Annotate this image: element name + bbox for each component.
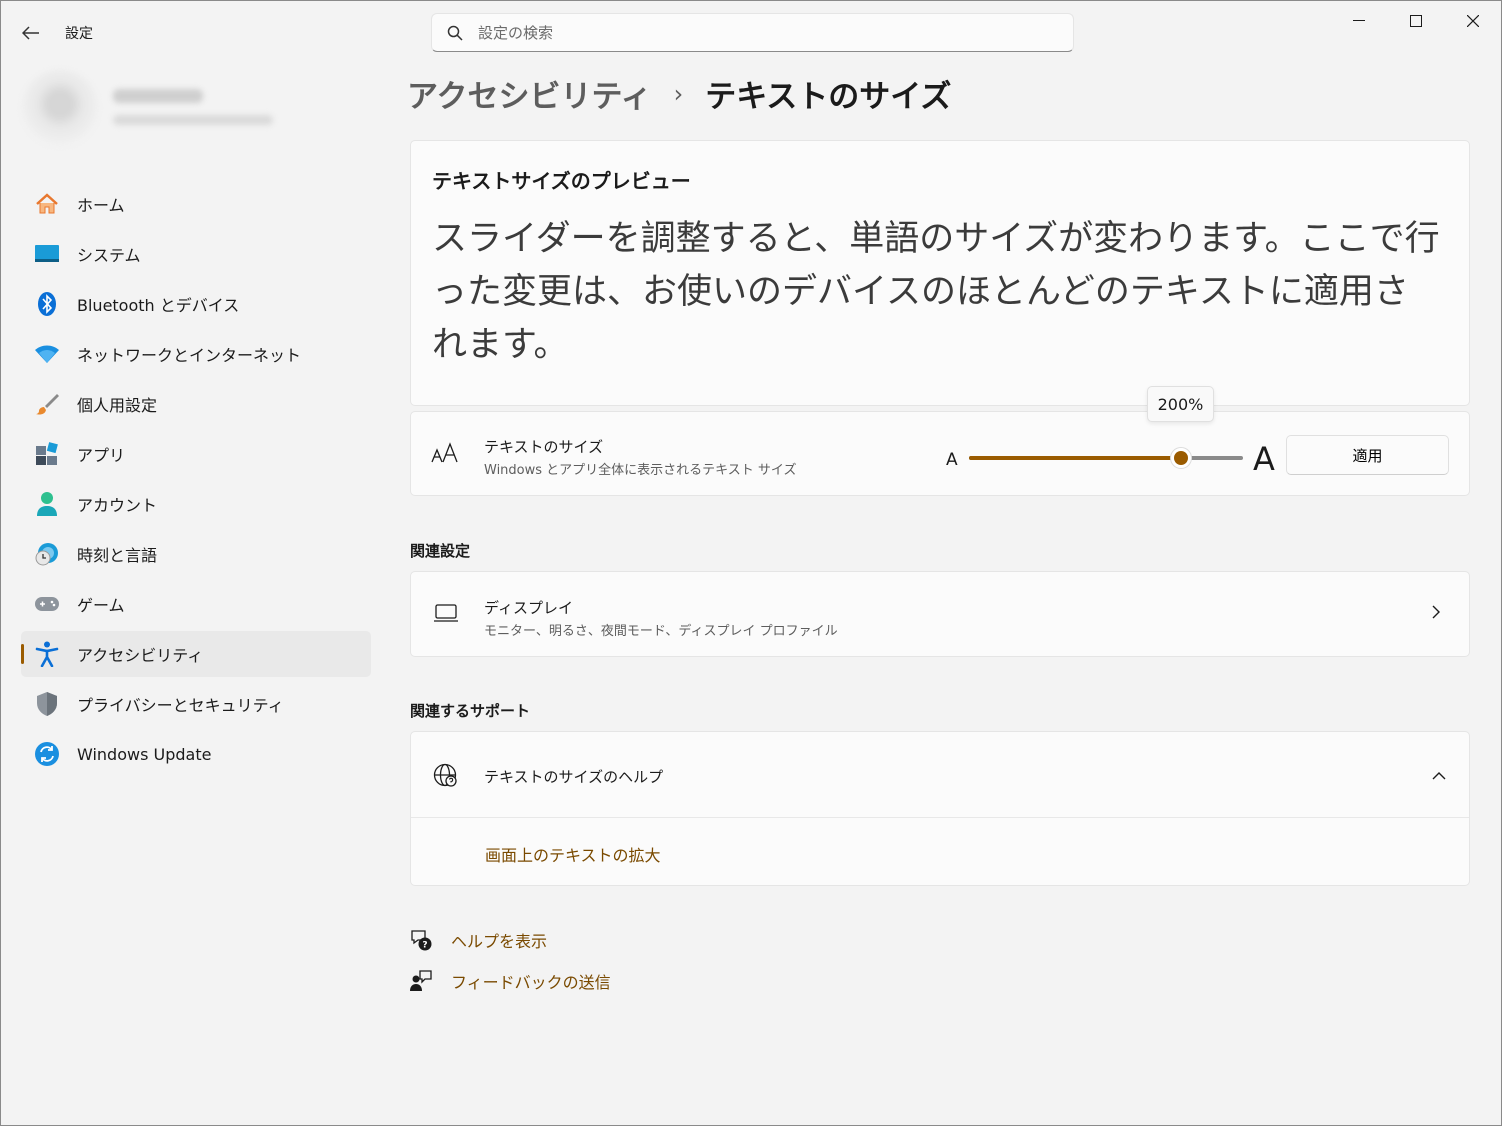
breadcrumb: アクセシビリティ › テキストのサイズ [407,71,951,116]
text-size-title: テキストのサイズ [484,438,604,456]
sidebar-item-windows-update[interactable]: Windows Update [21,731,371,777]
text-preview-card: テキストサイズのプレビュー スライダーを調整すると、単語のサイズが変わります。こ… [410,140,1470,406]
sidebar-item-label: 個人用設定 [77,396,158,415]
chevron-up-icon[interactable] [1431,766,1447,785]
maximize-button[interactable] [1388,1,1444,41]
sidebar-item-label: アクセシビリティ [77,646,204,665]
apps-icon [34,441,60,467]
maximize-icon [1410,15,1422,27]
shield-icon [34,691,60,717]
sidebar-item-system[interactable]: システム [21,231,371,277]
close-button[interactable] [1445,1,1501,41]
get-help-label: ヘルプを表示 [451,932,548,951]
sidebar-item-gaming[interactable]: ゲーム [21,581,371,627]
globe-help-icon [433,763,459,793]
sidebar-item-bluetooth[interactable]: Bluetooth とデバイス [21,281,371,327]
related-support-heading: 関連するサポート [410,702,531,720]
breadcrumb-parent[interactable]: アクセシビリティ [407,71,652,116]
feedback-icon [409,969,433,993]
time-language-icon [34,541,60,567]
sidebar-item-label: アプリ [77,446,126,465]
svg-text:?: ? [422,941,427,951]
text-size-subtitle: Windows とアプリ全体に表示されるテキスト サイズ [484,463,797,478]
app-title: 設定 [65,26,93,42]
display-subtitle: モニター、明るさ、夜間モード、ディスプレイ プロファイル [484,624,838,639]
gamepad-icon [34,591,60,617]
minimize-icon [1353,20,1365,21]
system-icon [34,241,60,267]
laptop-icon [433,603,459,627]
apply-button[interactable]: 適用 [1286,435,1449,475]
profile-name-redacted [113,89,203,103]
sidebar-nav: ホーム システム Bluetooth とデバイス ネットワークとインターネット … [21,181,371,781]
text-size-card: テキストのサイズ Windows とアプリ全体に表示されるテキスト サイズ A … [410,411,1470,496]
display-title: ディスプレイ [484,599,573,617]
search-icon [432,25,478,41]
sidebar-item-network[interactable]: ネットワークとインターネット [21,331,371,377]
get-help-link[interactable]: ? ヘルプを表示 [409,928,547,952]
search-box[interactable] [431,13,1074,52]
active-indicator [21,644,24,664]
slider-fill [969,456,1181,460]
sidebar-item-label: Bluetooth とデバイス [77,296,240,315]
avatar [21,69,99,147]
sidebar-item-label: ネットワークとインターネット [77,346,302,365]
help-chat-icon: ? [409,928,433,952]
sidebar-item-label: Windows Update [77,744,212,764]
sidebar-item-apps[interactable]: アプリ [21,431,371,477]
sidebar-item-label: プライバシーとセキュリティ [77,696,284,715]
search-input[interactable] [478,23,1038,42]
sidebar-item-personalization[interactable]: 個人用設定 [21,381,371,427]
sidebar-item-label: アカウント [77,496,158,515]
back-button[interactable] [15,17,47,49]
user-profile[interactable] [21,69,351,147]
close-icon [1467,15,1479,27]
feedback-label: フィードバックの送信 [451,973,611,992]
page-title: テキストのサイズ [705,79,952,115]
slider-thumb[interactable] [1170,447,1192,469]
text-size-slider[interactable] [969,447,1243,469]
minimize-button[interactable] [1331,1,1387,41]
sidebar-item-accounts[interactable]: アカウント [21,481,371,527]
preview-title: テキストサイズのプレビュー [432,169,691,193]
slider-value-tooltip: 200% [1147,386,1214,422]
chevron-right-icon [1431,604,1441,624]
profile-email-redacted [113,115,273,125]
display-settings-card[interactable]: ディスプレイ モニター、明るさ、夜間モード、ディスプレイ プロファイル [410,571,1470,657]
slider-max-label: A [1253,440,1275,478]
title-bar: 設定 [1,1,1502,63]
wifi-icon [34,341,60,367]
help-card: テキストのサイズのヘルプ 画面上のテキストの拡大 [410,731,1470,886]
sidebar-item-label: ホーム [77,196,125,215]
accessibility-icon [34,641,60,667]
slider-min-label: A [946,450,958,470]
sidebar-item-label: 時刻と言語 [77,546,158,565]
sidebar-item-time-language[interactable]: 時刻と言語 [21,531,371,577]
sidebar-item-accessibility[interactable]: アクセシビリティ [21,631,371,677]
related-settings-heading: 関連設定 [410,542,471,560]
help-expander-header[interactable]: テキストのサイズのヘルプ [411,732,1469,818]
preview-text: スライダーを調整すると、単語のサイズが変わります。ここで行った変更は、お使いのデ… [432,219,1440,365]
back-arrow-icon [22,26,39,40]
account-icon [34,491,60,517]
help-title: テキストのサイズのヘルプ [484,768,664,786]
sidebar-item-home[interactable]: ホーム [21,181,371,227]
update-icon [34,741,60,767]
brush-icon [34,391,60,417]
sidebar-item-label: ゲーム [77,596,125,615]
enlarge-text-link[interactable]: 画面上のテキストの拡大 [485,842,661,866]
sidebar-item-label: システム [77,246,141,265]
sidebar-item-privacy[interactable]: プライバシーとセキュリティ [21,681,371,727]
text-size-icon [431,442,459,469]
feedback-link[interactable]: フィードバックの送信 [409,969,611,993]
breadcrumb-separator-icon: › [673,79,684,108]
home-icon [34,191,60,217]
bluetooth-icon [34,291,60,317]
